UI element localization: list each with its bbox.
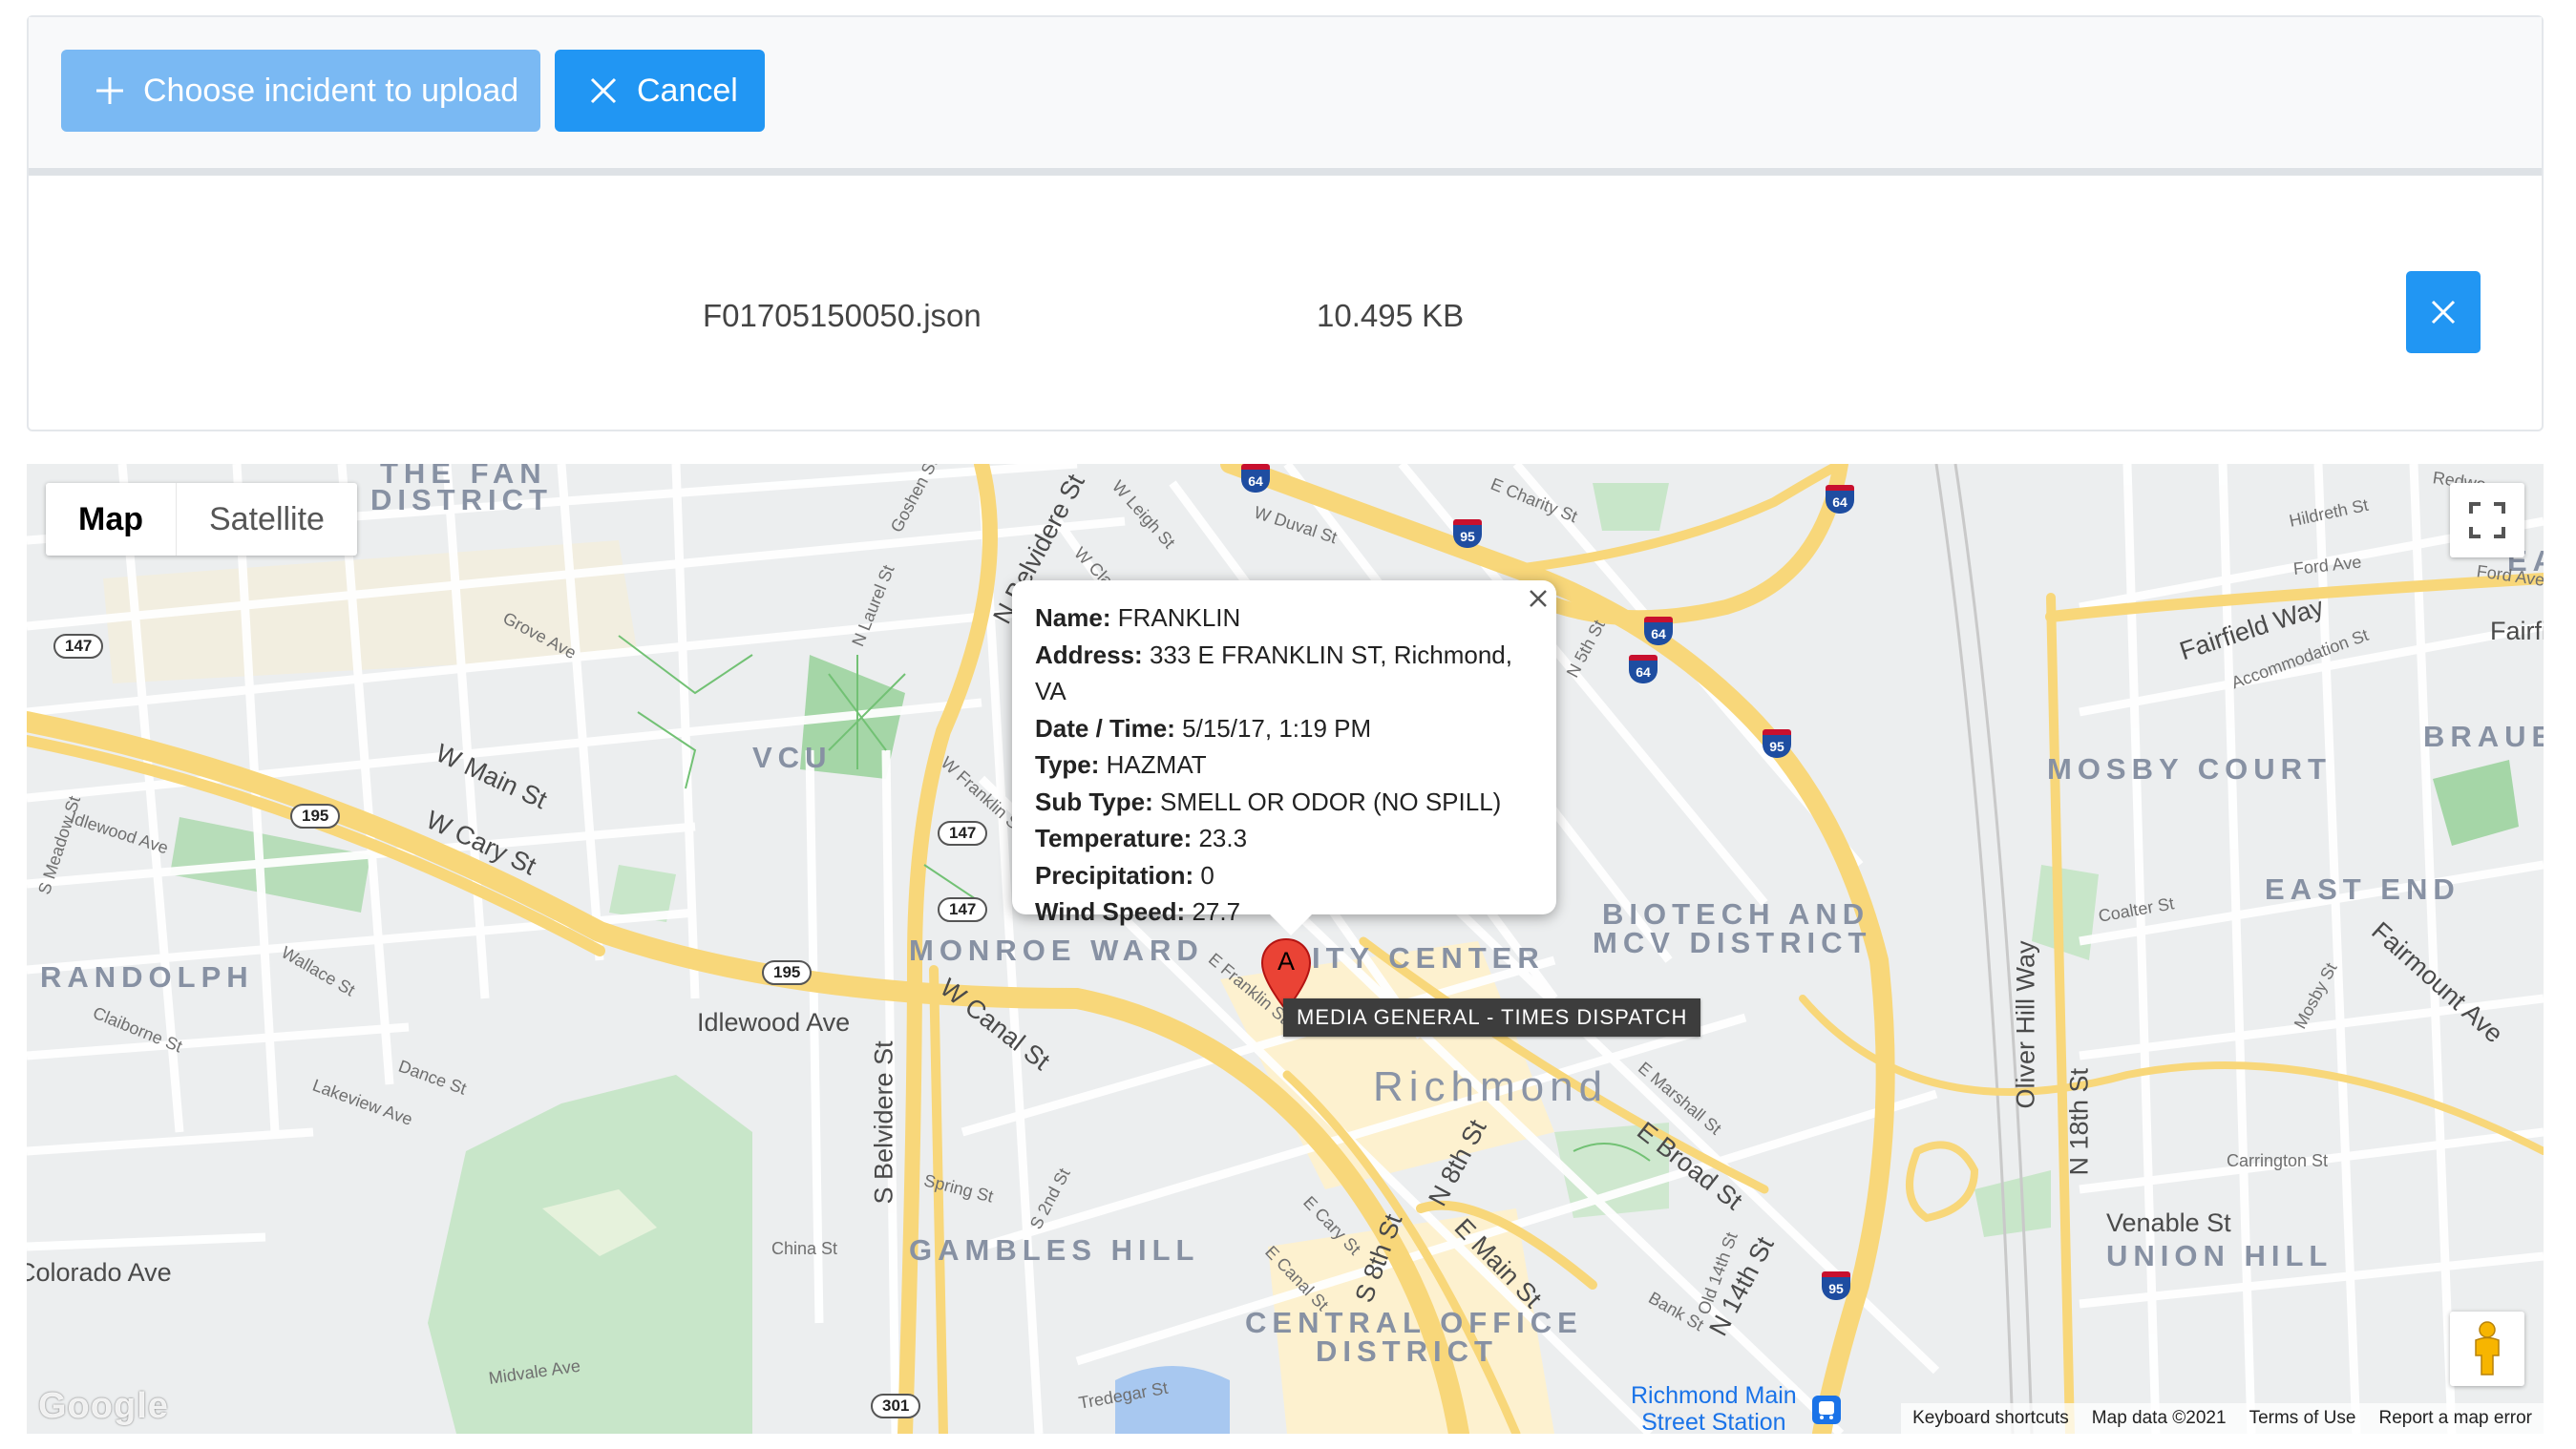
report-map-error-link[interactable]: Report a map error <box>2367 1408 2544 1429</box>
info-precipitation-label: Precipitation: <box>1035 860 1194 890</box>
street-colorado: Colorado Ave <box>27 1258 172 1287</box>
street-carrington: Carrington St <box>2227 1151 2329 1170</box>
info-name-value: FRANKLIN <box>1117 603 1241 632</box>
area-label-east-end: EAST END <box>2265 872 2460 906</box>
cancel-button[interactable]: Cancel <box>555 50 765 132</box>
incident-info-window: Name: FRANKLIN Address: 333 E FRANKLIN S… <box>1012 580 1556 935</box>
route-301-shield: 301 <box>871 1394 921 1418</box>
station-label[interactable]: Richmond Main Street Station <box>1631 1382 1797 1434</box>
area-label-monroe-ward: MONROE WARD <box>909 934 1204 967</box>
interstate-95-shield: 95 <box>1763 729 1791 758</box>
upload-toolbar: Choose incident to upload Cancel <box>29 17 2542 176</box>
area-label-fan-district: DISTRICT <box>370 483 553 516</box>
keyboard-shortcuts-link[interactable]: Keyboard shortcuts <box>1901 1408 2080 1429</box>
station-label-line1: Richmond Main <box>1631 1382 1797 1409</box>
remove-file-button[interactable] <box>2406 271 2481 353</box>
close-icon <box>2431 300 2456 325</box>
close-icon <box>1530 590 1547 607</box>
info-wind-row: Wind Speed: 27.7 <box>1035 893 1533 931</box>
google-logo: Google <box>38 1386 169 1426</box>
area-label-mosby-court: MOSBY COURT <box>2047 752 2332 786</box>
info-subtype-row: Sub Type: SMELL OR ODOR (NO SPILL) <box>1035 784 1533 821</box>
file-row: F01705150050.json 10.495 KB <box>29 176 2542 431</box>
street-venable: Venable St <box>2106 1208 2231 1237</box>
interstate-95-shield: 95 <box>1822 1271 1850 1300</box>
marker-tooltip: MEDIA GENERAL - TIMES DISPATCH <box>1283 998 1701 1037</box>
info-type-row: Type: HAZMAT <box>1035 746 1533 784</box>
cancel-label: Cancel <box>637 72 738 109</box>
area-label-braue: BRAUE <box>2423 720 2544 753</box>
info-wind-label: Wind Speed: <box>1035 897 1186 926</box>
upload-panel: Choose incident to upload Cancel F017051… <box>27 15 2544 431</box>
route-147-shield: 147 <box>53 634 104 659</box>
area-label-vcu: VCU <box>752 741 833 774</box>
info-precipitation-value: 0 <box>1200 860 1214 890</box>
interstate-64-shield: 64 <box>1629 655 1658 683</box>
map-type-satellite-button[interactable]: Satellite <box>176 483 357 556</box>
info-datetime-row: Date / Time: 5/15/17, 1:19 PM <box>1035 710 1533 747</box>
file-size: 10.495 KB <box>1317 298 1465 333</box>
info-window-close-button[interactable] <box>1516 577 1560 620</box>
choose-incident-button[interactable]: Choose incident to upload <box>61 50 540 132</box>
info-wind-value: 27.7 <box>1192 897 1241 926</box>
train-station-icon <box>1812 1396 1841 1424</box>
info-temperature-row: Temperature: 23.3 <box>1035 820 1533 857</box>
incident-map[interactable]: THE FAN DISTRICT VCU MONROE WARD ITY CEN… <box>27 464 2544 1434</box>
area-label-gambles-hill: GAMBLES HILL <box>909 1233 1200 1267</box>
map-type-control: Map Satellite <box>46 483 357 556</box>
street-china: China St <box>771 1239 838 1258</box>
route-147-shield: 147 <box>938 897 988 922</box>
area-label-union-hill: UNION HILL <box>2106 1239 2333 1272</box>
route-195-shield: 195 <box>290 804 341 829</box>
area-label-randolph: RANDOLPH <box>40 960 254 994</box>
interstate-64-shield: 64 <box>1826 485 1854 514</box>
fullscreen-icon <box>2469 502 2505 538</box>
street-idlewood: Idlewood Ave <box>697 1008 851 1037</box>
info-datetime-value: 5/15/17, 1:19 PM <box>1182 713 1372 743</box>
interstate-64-shield: 64 <box>1241 464 1270 493</box>
info-name-label: Name: <box>1035 603 1111 632</box>
street-fairfie: Fairfie <box>2490 617 2544 645</box>
info-subtype-value: SMELL OR ODOR (NO SPILL) <box>1159 787 1502 816</box>
route-195-shield: 195 <box>762 960 813 985</box>
terms-of-use-link[interactable]: Terms of Use <box>2238 1408 2368 1429</box>
street-s-belvidere: S Belvidere St <box>869 1040 898 1205</box>
street-oliver-hill: Oliver Hill Way <box>2011 940 2040 1109</box>
area-label-city-center: ITY CENTER <box>1312 941 1545 975</box>
map-type-map-button[interactable]: Map <box>46 483 176 556</box>
info-temperature-label: Temperature: <box>1035 824 1193 852</box>
marker-label: A <box>1277 947 1295 976</box>
close-icon <box>590 77 617 104</box>
info-name-row: Name: FRANKLIN <box>1035 599 1533 637</box>
map-data-text: Map data ©2021 <box>2091 1408 2227 1428</box>
info-address-row: Address: 333 E FRANKLIN ST, Richmond, VA <box>1035 637 1533 710</box>
info-type-value: HAZMAT <box>1106 750 1207 779</box>
fullscreen-button[interactable] <box>2450 483 2524 557</box>
street-view-pegman-button[interactable] <box>2450 1312 2524 1386</box>
street-n-18th: N 18th St <box>2064 1067 2094 1176</box>
area-label-central-office-district: DISTRICT <box>1316 1334 1498 1368</box>
info-datetime-label: Date / Time: <box>1035 713 1175 743</box>
map-attribution: Keyboard shortcuts Map data ©2021 Terms … <box>1901 1403 2544 1434</box>
choose-incident-label: Choose incident to upload <box>143 72 519 109</box>
info-address-label: Address: <box>1035 640 1143 669</box>
area-label-mcv: MCV DISTRICT <box>1593 926 1872 959</box>
file-name: F01705150050.json <box>703 298 982 333</box>
area-label-richmond: Richmond <box>1373 1063 1609 1110</box>
station-label-line2: Street Station <box>1641 1409 1786 1434</box>
info-type-label: Type: <box>1035 750 1100 779</box>
interstate-64-shield: 64 <box>1644 617 1673 645</box>
pegman-icon <box>2475 1321 2500 1376</box>
info-subtype-label: Sub Type: <box>1035 787 1153 816</box>
info-temperature-value: 23.3 <box>1198 824 1248 852</box>
info-precipitation-row: Precipitation: 0 <box>1035 857 1533 894</box>
plus-icon <box>96 77 123 104</box>
interstate-95-shield: 95 <box>1453 519 1482 548</box>
route-147-shield: 147 <box>938 821 988 846</box>
